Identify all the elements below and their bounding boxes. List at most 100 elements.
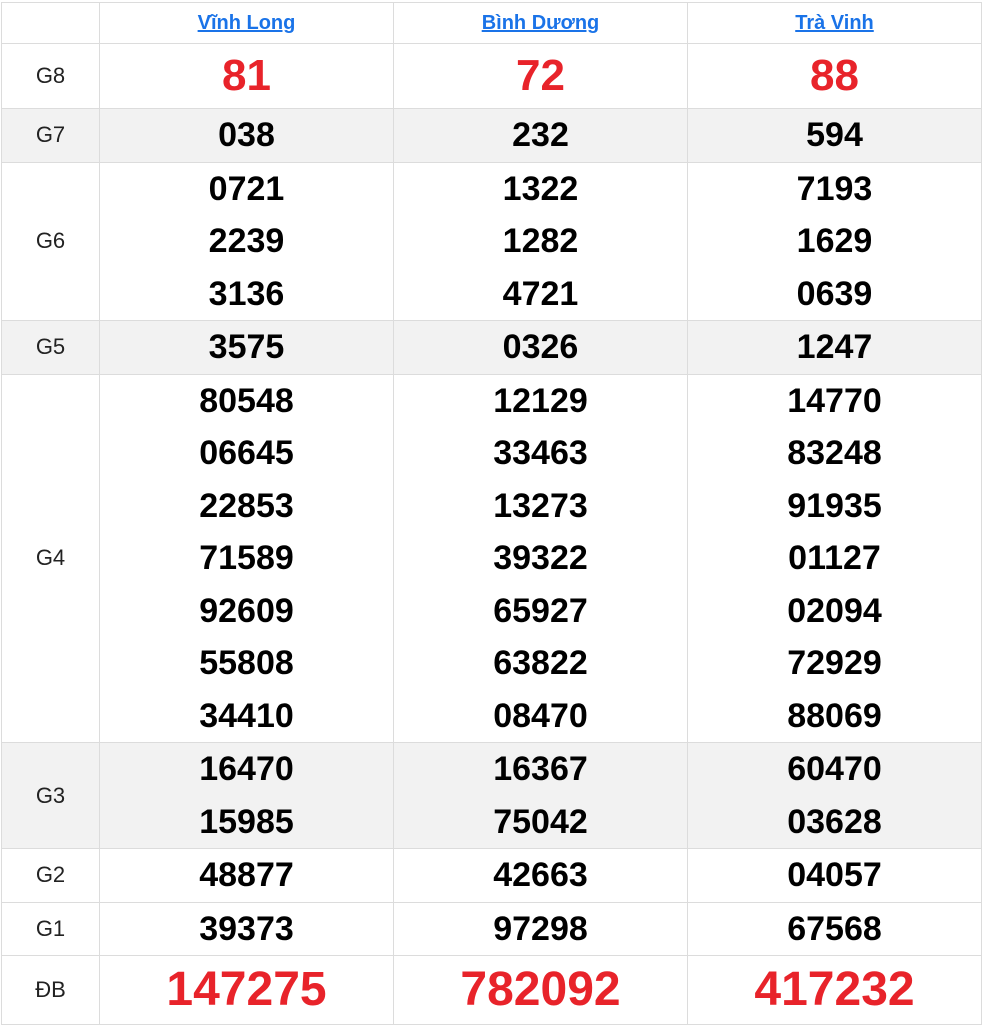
prize-number: 22853 bbox=[199, 486, 294, 525]
prize-number: 0721 bbox=[208, 169, 285, 208]
prize-label: G6 bbox=[1, 161, 100, 321]
province-link-vinh-long[interactable]: Vĩnh Long bbox=[198, 12, 296, 34]
prize-number: 06645 bbox=[199, 434, 294, 472]
prize-number: 33463 bbox=[493, 434, 588, 472]
prize-number: 39322 bbox=[493, 539, 588, 577]
prize-number: 13273 bbox=[493, 486, 588, 525]
prize-number: 0326 bbox=[502, 328, 579, 366]
prize-row-g6: G6 0721 2239 3136 1322 1282 4721 7193 16… bbox=[1, 161, 982, 321]
prize-cell: 67568 bbox=[687, 901, 982, 956]
prize-number: 16470 bbox=[199, 750, 294, 788]
prize-row-special: ĐB 147275 782092 417232 bbox=[1, 955, 982, 1025]
prize-cell: 038 bbox=[99, 108, 394, 163]
prize-number: 60470 bbox=[787, 750, 882, 788]
prize-number: 594 bbox=[806, 116, 863, 154]
prize-number: 1322 bbox=[502, 169, 579, 208]
province-header-row: Vĩnh Long Bình Dương Trà Vinh bbox=[1, 2, 982, 44]
prize-cell: 1322 1282 4721 bbox=[393, 161, 688, 321]
prize-cell: 782092 bbox=[393, 955, 688, 1025]
prize-number: 03628 bbox=[787, 802, 882, 841]
prize-number: 75042 bbox=[493, 802, 588, 841]
prize-cell: 16367 75042 bbox=[393, 742, 688, 849]
prize-cell: 14770 83248 91935 01127 02094 72929 8806… bbox=[687, 373, 982, 743]
prize-number: 3136 bbox=[208, 274, 285, 313]
prize-number: 92609 bbox=[199, 591, 294, 630]
prize-number: 83248 bbox=[787, 434, 882, 472]
prize-cell: 7193 1629 0639 bbox=[687, 161, 982, 321]
prize-number: 48877 bbox=[199, 856, 294, 894]
prize-number: 97298 bbox=[493, 909, 588, 948]
prize-number: 72 bbox=[516, 51, 565, 100]
prize-cell: 594 bbox=[687, 108, 982, 163]
prize-number: 34410 bbox=[199, 696, 294, 735]
prize-cell: 0326 bbox=[393, 320, 688, 375]
prize-row-g3: G3 16470 15985 16367 75042 60470 03628 bbox=[1, 742, 982, 849]
prize-number: 72929 bbox=[787, 644, 882, 682]
prize-number: 63822 bbox=[493, 644, 588, 682]
prize-row-g5: G5 3575 0326 1247 bbox=[1, 320, 982, 375]
prize-number: 42663 bbox=[493, 856, 588, 894]
prize-label: G1 bbox=[1, 901, 100, 956]
prize-cell: 0721 2239 3136 bbox=[99, 161, 394, 321]
prize-number: 038 bbox=[218, 116, 275, 154]
prize-number: 80548 bbox=[199, 381, 294, 420]
prize-number: 08470 bbox=[493, 696, 588, 735]
prize-cell: 81 bbox=[99, 43, 394, 109]
prize-number: 67568 bbox=[787, 909, 882, 948]
prize-number: 1282 bbox=[502, 222, 579, 260]
prize-number: 71589 bbox=[199, 539, 294, 577]
province-header-tra-vinh: Trà Vinh bbox=[687, 2, 982, 44]
header-corner-cell bbox=[1, 2, 100, 44]
prize-number: 55808 bbox=[199, 644, 294, 682]
prize-number: 04057 bbox=[787, 856, 882, 894]
prize-number: 1629 bbox=[796, 222, 873, 260]
prize-label: G7 bbox=[1, 108, 100, 163]
prize-number: 39373 bbox=[199, 909, 294, 948]
prize-label: G5 bbox=[1, 320, 100, 375]
prize-label: G8 bbox=[1, 43, 100, 109]
prize-number: 88069 bbox=[787, 696, 882, 735]
prize-number: 0639 bbox=[796, 274, 873, 313]
prize-row-g8: G8 81 72 88 bbox=[1, 43, 982, 109]
prize-number: 81 bbox=[222, 51, 271, 100]
prize-number: 02094 bbox=[787, 591, 882, 630]
province-link-tra-vinh[interactable]: Trà Vinh bbox=[795, 12, 874, 34]
prize-number: 65927 bbox=[493, 591, 588, 630]
prize-cell: 232 bbox=[393, 108, 688, 163]
prize-row-g2: G2 48877 42663 04057 bbox=[1, 848, 982, 903]
prize-cell: 12129 33463 13273 39322 65927 63822 0847… bbox=[393, 373, 688, 743]
prize-cell: 39373 bbox=[99, 901, 394, 956]
prize-cell: 72 bbox=[393, 43, 688, 109]
prize-number: 01127 bbox=[788, 539, 881, 577]
prize-number: 88 bbox=[810, 51, 859, 100]
special-prize-number: 782092 bbox=[460, 963, 621, 1016]
prize-cell: 147275 bbox=[99, 955, 394, 1025]
prize-cell: 3575 bbox=[99, 320, 394, 375]
prize-cell: 80548 06645 22853 71589 92609 55808 3441… bbox=[99, 373, 394, 743]
prize-number: 15985 bbox=[199, 802, 294, 841]
prize-cell: 417232 bbox=[687, 955, 982, 1025]
prize-label: ĐB bbox=[1, 955, 100, 1025]
prize-row-g1: G1 39373 97298 67568 bbox=[1, 901, 982, 956]
prize-number: 2239 bbox=[208, 222, 285, 260]
province-link-binh-duong[interactable]: Bình Dương bbox=[482, 12, 600, 34]
prize-cell: 1247 bbox=[687, 320, 982, 375]
prize-cell: 60470 03628 bbox=[687, 742, 982, 849]
prize-cell: 16470 15985 bbox=[99, 742, 394, 849]
prize-number: 232 bbox=[512, 116, 569, 154]
prize-number: 14770 bbox=[787, 381, 882, 420]
prize-number: 91935 bbox=[787, 486, 882, 525]
special-prize-number: 417232 bbox=[754, 963, 915, 1016]
prize-row-g4: G4 80548 06645 22853 71589 92609 55808 3… bbox=[1, 373, 982, 743]
lottery-results-table: Vĩnh Long Bình Dương Trà Vinh G8 81 72 8… bbox=[1, 2, 982, 1025]
prize-label: G3 bbox=[1, 742, 100, 849]
province-header-binh-duong: Bình Dương bbox=[393, 2, 688, 44]
prize-number: 16367 bbox=[493, 750, 588, 788]
prize-number: 4721 bbox=[502, 274, 579, 313]
prize-cell: 04057 bbox=[687, 848, 982, 903]
prize-label: G4 bbox=[1, 373, 100, 743]
prize-number: 1247 bbox=[796, 328, 873, 366]
prize-label: G2 bbox=[1, 848, 100, 903]
prize-cell: 88 bbox=[687, 43, 982, 109]
prize-number: 12129 bbox=[493, 381, 588, 420]
